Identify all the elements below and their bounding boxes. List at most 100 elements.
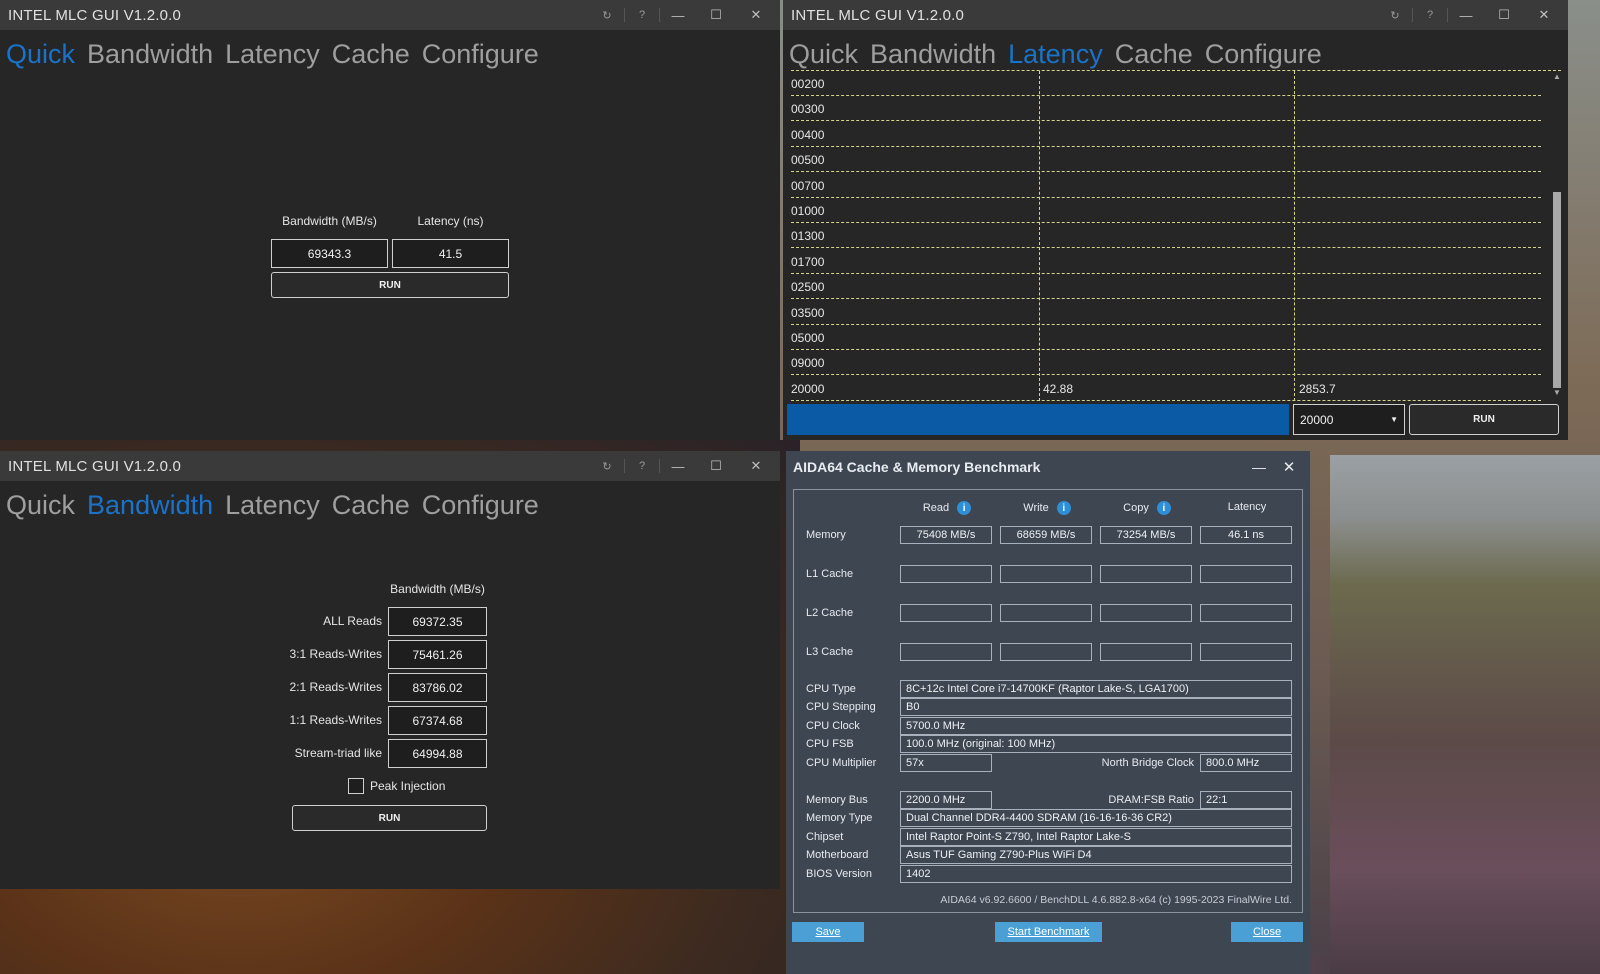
cpu-stepping-value: B0 <box>900 698 1292 716</box>
memory-bus-label: Memory Bus <box>806 794 868 806</box>
dram-ratio-label: DRAM:FSB Ratio <box>1108 794 1194 806</box>
close-button[interactable]: Close <box>1231 922 1303 942</box>
tab-configure[interactable]: Configure <box>422 39 539 70</box>
dram-ratio-value: 22:1 <box>1200 791 1292 809</box>
benchmark-cell <box>900 643 992 661</box>
start-benchmark-button[interactable]: Start Benchmark <box>995 922 1102 942</box>
refresh-icon[interactable]: ↻ <box>594 451 620 481</box>
benchmark-row-label: L1 Cache <box>806 568 854 580</box>
tab-latency[interactable]: Latency <box>225 39 320 70</box>
chipset-value: Intel Raptor Point-S Z790, Intel Raptor … <box>900 828 1292 846</box>
info-icon[interactable]: i <box>957 501 972 515</box>
row-value-3-1: 75461.26 <box>388 640 487 669</box>
benchmark-cell <box>1100 643 1192 661</box>
help-icon[interactable]: ? <box>1417 0 1443 30</box>
latency-row: 05000 <box>791 325 1541 350</box>
run-button[interactable]: RUN <box>1409 404 1559 435</box>
latency-row: 02500 <box>791 274 1541 300</box>
window-title: INTEL MLC GUI V1.2.0.0 <box>8 6 182 24</box>
tab-bar: Quick Bandwidth Latency Cache Configure <box>0 481 780 525</box>
close-icon[interactable]: ✕ <box>742 0 770 30</box>
benchmark-cell: 75408 MB/s <box>900 526 992 544</box>
scroll-up-icon[interactable]: ▲ <box>1552 72 1562 81</box>
cpu-clock-label: CPU Clock <box>806 720 860 732</box>
desktop-wallpaper-moor <box>1330 455 1600 974</box>
tab-bar: Quick Bandwidth Latency Cache Configure <box>783 30 1568 74</box>
peak-injection-checkbox[interactable]: Peak Injection <box>348 778 445 794</box>
maximize-icon[interactable]: ☐ <box>702 0 730 30</box>
scroll-down-icon[interactable]: ▼ <box>1552 388 1562 397</box>
latency-row-size: 02500 <box>791 280 825 295</box>
motherboard-label: Motherboard <box>806 849 869 861</box>
separator <box>1412 8 1413 22</box>
info-icon[interactable]: i <box>1056 501 1071 515</box>
tab-latency[interactable]: Latency <box>1008 39 1103 70</box>
scroll-thumb[interactable] <box>1553 192 1561 388</box>
cpu-type-label: CPU Type <box>806 683 856 695</box>
latency-row: 00300 <box>791 96 1541 122</box>
cpu-stepping-label: CPU Stepping <box>806 701 876 713</box>
minimize-icon[interactable]: — <box>1244 459 1274 475</box>
benchmark-cell <box>1200 643 1292 661</box>
tab-quick[interactable]: Quick <box>789 39 858 70</box>
refresh-icon[interactable]: ↻ <box>1382 0 1408 30</box>
help-icon[interactable]: ? <box>629 451 655 481</box>
titlebar: INTEL MLC GUI V1.2.0.0 ↻ ? — ☐ ✕ <box>783 0 1568 30</box>
checkbox-box[interactable] <box>348 778 364 794</box>
col-read-label: Read <box>922 502 950 514</box>
close-icon[interactable]: ✕ <box>1274 458 1304 476</box>
latency-grid: 00200 00300 00400 00500 00700 01000 01300 01700… <box>791 70 1561 401</box>
minimize-icon[interactable]: — <box>664 0 692 30</box>
close-icon[interactable]: ✕ <box>1530 0 1558 30</box>
tab-quick[interactable]: Quick <box>6 39 75 70</box>
run-button[interactable]: RUN <box>271 272 509 298</box>
close-icon[interactable]: ✕ <box>742 451 770 481</box>
tab-configure[interactable]: Configure <box>422 490 539 521</box>
minimize-icon[interactable]: — <box>664 451 692 481</box>
size-select-value: 20000 <box>1300 412 1334 427</box>
help-icon[interactable]: ? <box>629 0 655 30</box>
tab-quick[interactable]: Quick <box>6 490 75 521</box>
latency-row: 00400 <box>791 122 1541 147</box>
nb-clock-value: 800.0 MHz <box>1200 754 1292 772</box>
col-latency: Latency <box>1201 501 1293 513</box>
maximize-icon[interactable]: ☐ <box>1490 0 1518 30</box>
latency-value: 41.5 <box>392 239 509 268</box>
vertical-scrollbar[interactable]: ▲ ▼ <box>1552 72 1562 402</box>
cpu-fsb-value: 100.0 MHz (original: 100 MHz) <box>900 735 1292 753</box>
titlebar: AIDA64 Cache & Memory Benchmark — ✕ <box>786 451 1310 483</box>
tab-cache[interactable]: Cache <box>1115 39 1193 70</box>
latency-row-size: 00700 <box>791 178 825 193</box>
tab-cache[interactable]: Cache <box>332 39 410 70</box>
latency-label: Latency (ns) <box>417 214 484 228</box>
grid-divider <box>1294 71 1295 401</box>
latency-row-size: 00300 <box>791 102 825 117</box>
row-label-3-1: 3:1 Reads-Writes <box>289 647 382 661</box>
tab-latency[interactable]: Latency <box>225 490 320 521</box>
info-icon[interactable]: i <box>1156 501 1171 515</box>
separator <box>624 459 625 473</box>
peak-injection-label: Peak Injection <box>370 779 446 793</box>
size-select[interactable]: 20000 ▼ <box>1293 404 1405 435</box>
row-value-all-reads: 69372.35 <box>388 607 487 636</box>
row-value-1-1: 67374.68 <box>388 706 487 735</box>
cpu-fsb-label: CPU FSB <box>806 738 854 750</box>
tab-bandwidth[interactable]: Bandwidth <box>87 39 213 70</box>
tab-cache[interactable]: Cache <box>332 490 410 521</box>
latency-row-size: 05000 <box>791 331 825 345</box>
minimize-icon[interactable]: — <box>1452 0 1480 30</box>
run-button[interactable]: RUN <box>292 805 487 831</box>
tab-configure[interactable]: Configure <box>1205 39 1322 70</box>
bios-version-value: 1402 <box>900 865 1292 883</box>
benchmark-cell <box>1200 604 1292 622</box>
maximize-icon[interactable]: ☐ <box>702 451 730 481</box>
tab-bandwidth[interactable]: Bandwidth <box>87 490 213 521</box>
tab-bandwidth[interactable]: Bandwidth <box>870 39 996 70</box>
save-button[interactable]: Save <box>792 922 864 942</box>
benchmark-cell <box>1000 604 1092 622</box>
benchmark-cell <box>1000 565 1092 583</box>
memory-type-label: Memory Type <box>806 812 873 824</box>
refresh-icon[interactable]: ↻ <box>594 0 620 30</box>
cpu-multiplier-label: CPU Multiplier <box>806 757 877 769</box>
col-read: Read i <box>901 501 993 515</box>
